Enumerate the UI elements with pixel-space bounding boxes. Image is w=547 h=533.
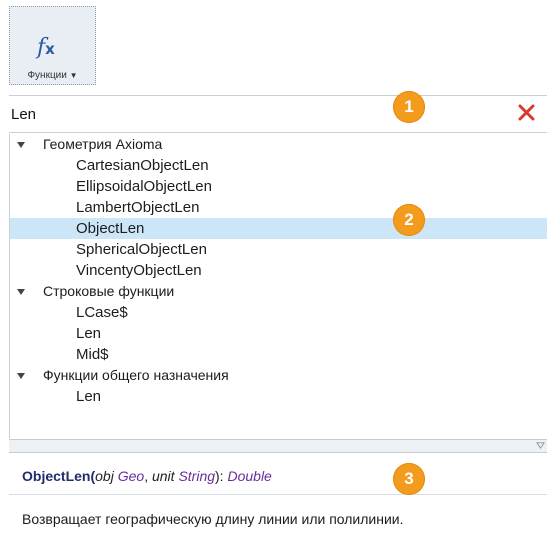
tree-item[interactable]: Len — [10, 323, 547, 344]
tree-item-label: Len — [76, 325, 102, 342]
signature-function-name: ObjectLen — [22, 468, 91, 484]
tree-item[interactable]: Mid$ — [10, 344, 547, 365]
tree-item-label: LambertObjectLen — [76, 199, 200, 216]
tree-item-label: ObjectLen — [76, 220, 145, 237]
tree-item-selected[interactable]: ObjectLen — [10, 218, 547, 239]
tree-group-general-functions[interactable]: Функции общего назначения — [10, 365, 547, 386]
tree-item[interactable]: LCase$ — [10, 302, 547, 323]
tree-group-label: Геометрия Axioma — [43, 136, 163, 152]
chevron-down-icon[interactable] — [536, 441, 545, 450]
signature-close-paren: ): — [215, 468, 228, 484]
signature-return-type: Double — [227, 468, 272, 484]
functions-button-label: Функции ▼ — [27, 70, 78, 81]
tree-group-geometry[interactable]: Геометрия Axioma — [10, 134, 547, 155]
expand-caret-icon[interactable] — [17, 289, 25, 295]
tree-item-label: CartesianObjectLen — [76, 157, 209, 174]
tree-item-label: Len — [76, 388, 102, 405]
tree-group-label: Функции общего назначения — [43, 367, 229, 383]
signature-param-type: Geo — [117, 468, 145, 484]
search-bar — [9, 95, 547, 133]
function-tree: Геометрия Axioma CartesianObjectLen Elli… — [9, 134, 547, 438]
expand-caret-icon[interactable] — [17, 142, 25, 148]
tree-item-label: LCase$ — [76, 304, 128, 321]
signature-separator: , — [144, 468, 152, 484]
tree-group-label: Строковые функции — [43, 283, 175, 299]
tree-item-label: EllipsoidalObjectLen — [76, 178, 212, 195]
functions-button[interactable]: fx Функции ▼ — [9, 6, 96, 85]
function-signature: ObjectLen(obj Geo, unit String): Double — [22, 468, 272, 484]
tree-item[interactable]: LambertObjectLen — [10, 197, 547, 218]
callout-badge-1: 1 — [393, 91, 425, 123]
callout-badge-2: 2 — [393, 204, 425, 236]
tree-group-string-functions[interactable]: Строковые функции — [10, 281, 547, 302]
tree-item-label: SphericalObjectLen — [76, 241, 207, 258]
tree-item[interactable]: VincentyObjectLen — [10, 260, 547, 281]
fx-icon: fx — [37, 35, 55, 60]
tree-item-label: VincentyObjectLen — [76, 262, 202, 279]
tree-item[interactable]: CartesianObjectLen — [10, 155, 547, 176]
tree-item[interactable]: EllipsoidalObjectLen — [10, 176, 547, 197]
expand-caret-icon[interactable] — [17, 373, 25, 379]
tree-item[interactable]: SphericalObjectLen — [10, 239, 547, 260]
signature-param-name: unit — [151, 468, 175, 484]
divider — [9, 494, 547, 495]
signature-param-type: String — [178, 468, 216, 484]
close-icon[interactable] — [515, 100, 539, 124]
signature-param-name: obj — [95, 468, 114, 484]
function-description: Возвращает географическую длину линии ил… — [22, 511, 404, 527]
tree-item-label: Mid$ — [76, 346, 109, 363]
dropdown-caret-icon: ▼ — [69, 71, 78, 80]
tree-item[interactable]: Len — [10, 386, 547, 407]
callout-badge-3: 3 — [393, 463, 425, 495]
panel-splitter[interactable] — [9, 439, 547, 453]
